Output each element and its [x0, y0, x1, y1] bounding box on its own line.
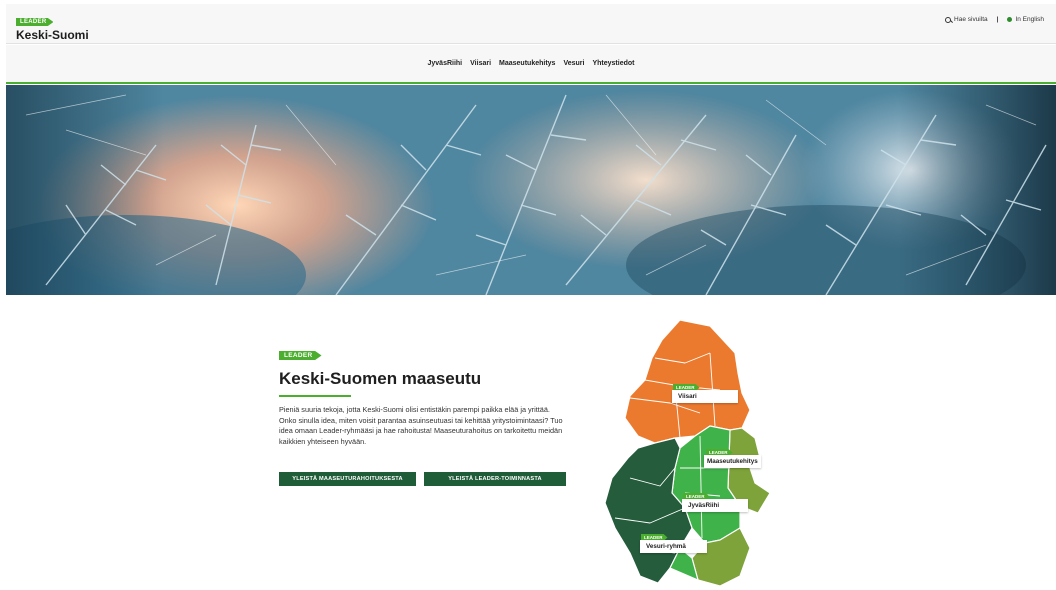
intro-text: Pieniä suuria tekoja, jotta Keski-Suomi …: [279, 405, 563, 446]
region-viisari: [624, 319, 751, 444]
nav-item-maaseutukehitys[interactable]: Maaseutukehitys: [499, 60, 555, 67]
intro-section: LEADER Keski-Suomen maaseutu Pieniä suur…: [279, 344, 569, 487]
leader-logo-tag: LEADER: [16, 18, 54, 26]
heading-underline: [279, 395, 351, 397]
site-header: LEADER Keski-Suomi Hae sivuilta | In Eng…: [6, 4, 1056, 44]
page-title: Keski-Suomen maaseutu: [279, 369, 482, 388]
search-icon: [945, 16, 952, 23]
globe-icon: [1007, 17, 1013, 22]
language-label: In English: [1015, 16, 1044, 23]
nav-item-yhteystiedot[interactable]: Yhteystiedot: [592, 60, 634, 67]
search-link[interactable]: Hae sivuilta: [945, 16, 988, 23]
language-link[interactable]: In English: [1007, 16, 1044, 23]
nav-item-vesuri[interactable]: Vesuri: [563, 60, 584, 67]
rural-funding-button[interactable]: YLEISTÄ MAASEUTURAHOITUKSESTA: [279, 472, 416, 487]
utility-links: Hae sivuilta | In English: [945, 16, 1044, 23]
nav-item-viisari[interactable]: Viisari: [470, 60, 491, 67]
map-label-viisari[interactable]: Viisari: [672, 390, 738, 403]
leader-activity-button[interactable]: YLEISTÄ LEADER-TOIMINNASTA: [424, 472, 566, 487]
main-nav: JyväsRiihi Viisari Maaseutukehitys Vesur…: [6, 45, 1056, 84]
nav-item-jyvasriihi[interactable]: JyväsRiihi: [428, 60, 463, 67]
frost-illustration: [6, 85, 1056, 295]
hero-image: [6, 85, 1056, 295]
cta-buttons: YLEISTÄ MAASEUTURAHOITUKSESTA YLEISTÄ LE…: [279, 472, 569, 487]
utility-separator: |: [996, 16, 999, 23]
region-map: LEADER Viisari LEADER Maaseutukehitys LE…: [600, 318, 785, 590]
map-label-maaseutukehitys[interactable]: Maaseutukehitys: [704, 455, 761, 468]
search-label: Hae sivuilta: [954, 16, 988, 23]
map-label-vesuri[interactable]: Vesuri-ryhmä: [640, 540, 707, 553]
site-logo[interactable]: LEADER Keski-Suomi: [16, 10, 89, 42]
site-title: Keski-Suomi: [16, 28, 89, 42]
map-label-jyvasriihi[interactable]: JyväsRiihi: [682, 499, 748, 512]
leader-tag: LEADER: [279, 351, 322, 360]
